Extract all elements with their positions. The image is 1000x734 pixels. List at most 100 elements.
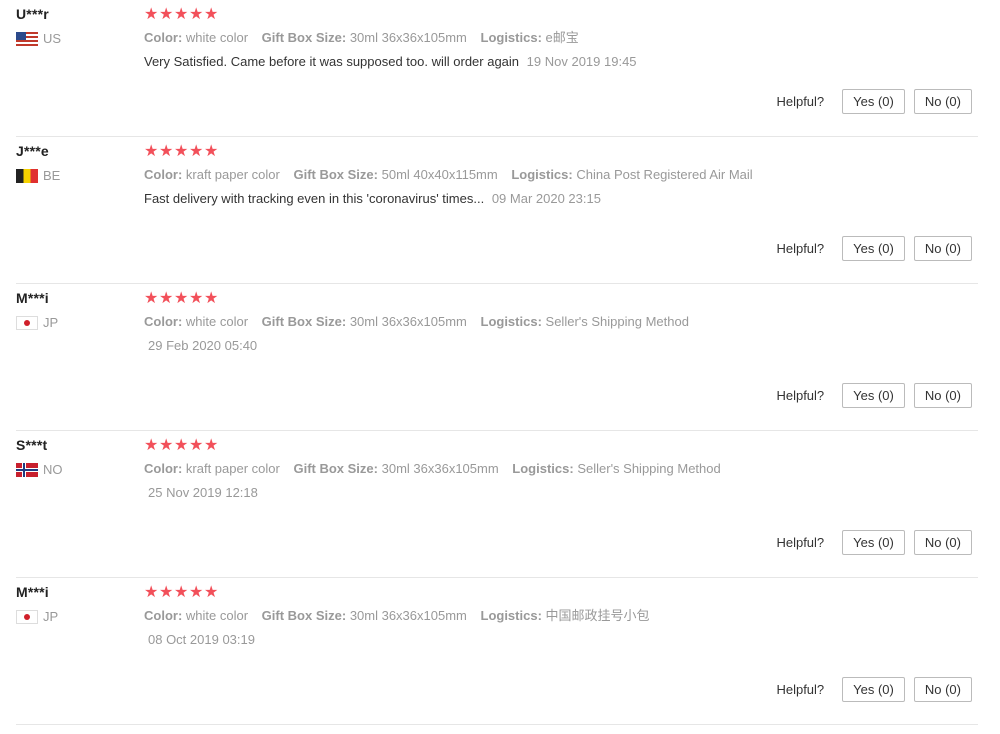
helpful-no-button[interactable]: No (0) — [913, 236, 972, 261]
color-value: white color — [185, 314, 249, 329]
review-content: ★★★★★ Color: kraft paper color Gift Box … — [144, 437, 978, 501]
helpful-no-button[interactable]: No (0) — [913, 89, 972, 114]
helpful-no-button[interactable]: No (0) — [913, 530, 972, 555]
gift-box-size-label: Gift Box Size: — [293, 167, 378, 182]
helpful-no-button[interactable]: No (0) — [913, 677, 972, 702]
reviewer-name: J***e — [16, 143, 49, 159]
star-icon: ★ — [189, 143, 205, 160]
color-value: kraft paper color — [185, 461, 280, 476]
gift-box-size-value: 30ml 36x36x105mm — [349, 314, 467, 329]
country-code: US — [43, 31, 62, 46]
logistics-value: 中国邮政挂号小包 — [545, 608, 650, 623]
helpful-vote: Helpful? Yes (0) No (0) — [776, 677, 972, 702]
reviewer-country: JP — [16, 315, 126, 330]
gift-box-size-label: Gift Box Size: — [261, 30, 347, 45]
review-date: 19 Nov 2019 19:45 — [526, 54, 637, 69]
logistics-value: Seller's Shipping Method — [545, 314, 689, 329]
logistics-value: Seller's Shipping Method — [577, 461, 721, 476]
reviewer-name: M***i — [16, 290, 49, 306]
review-content: ★★★★★ Color: white color Gift Box Size: … — [144, 584, 978, 648]
color-label: Color: — [144, 314, 183, 329]
star-icon: ★ — [204, 143, 220, 160]
review-feedback: Fast delivery with tracking even in this… — [144, 190, 978, 207]
review-date: 29 Feb 2020 05:40 — [148, 338, 258, 353]
country-code: JP — [43, 609, 59, 624]
reviewer-name: M***i — [16, 584, 49, 600]
star-icon: ★ — [144, 143, 160, 160]
star-icon: ★ — [144, 6, 160, 23]
logistics-label: Logistics: — [480, 30, 542, 45]
helpful-yes-button[interactable]: Yes (0) — [842, 89, 905, 114]
star-icon: ★ — [204, 437, 220, 454]
star-icon: ★ — [174, 143, 190, 160]
star-icon: ★ — [204, 6, 220, 23]
review-date: 08 Oct 2019 03:19 — [148, 632, 255, 647]
review-item: M***i JP ★★★★★ Color: white color Gift B… — [16, 578, 978, 725]
reviewer-country: NO — [16, 462, 126, 477]
color-label: Color: — [144, 30, 183, 45]
no-flag-icon — [16, 462, 38, 477]
review-list: U***r US ★★★★★ Color: white color Gift B… — [0, 0, 1000, 725]
jp-flag-icon — [16, 315, 38, 330]
star-icon: ★ — [204, 584, 220, 601]
star-icon: ★ — [159, 6, 175, 23]
review-item: J***e BE ★★★★★ Color: kraft paper color … — [16, 137, 978, 284]
color-value: white color — [185, 30, 249, 45]
star-icon: ★ — [159, 584, 175, 601]
color-value: white color — [185, 608, 249, 623]
star-icon: ★ — [159, 143, 175, 160]
gift-box-size-label: Gift Box Size: — [261, 608, 347, 623]
star-icon: ★ — [144, 584, 160, 601]
helpful-label: Helpful? — [776, 94, 825, 109]
star-icon: ★ — [174, 584, 190, 601]
gift-box-size-value: 30ml 36x36x105mm — [349, 30, 467, 45]
sku-attributes: Color: white color Gift Box Size: 30ml 3… — [144, 29, 978, 46]
helpful-vote: Helpful? Yes (0) No (0) — [776, 383, 972, 408]
feedback-text: Very Satisfied. Came before it was suppo… — [144, 54, 520, 69]
star-icon: ★ — [144, 437, 160, 454]
reviewer-info: S***t NO — [16, 437, 126, 477]
sku-attributes: Color: kraft paper color Gift Box Size: … — [144, 460, 978, 477]
review-content: ★★★★★ Color: white color Gift Box Size: … — [144, 290, 978, 354]
star-icon: ★ — [174, 437, 190, 454]
review-item: U***r US ★★★★★ Color: white color Gift B… — [16, 0, 978, 137]
helpful-vote: Helpful? Yes (0) No (0) — [776, 236, 972, 261]
reviewer-name: S***t — [16, 437, 48, 453]
review-feedback: Very Satisfied. Came before it was suppo… — [144, 53, 978, 70]
reviewer-name: U***r — [16, 6, 49, 22]
helpful-vote: Helpful? Yes (0) No (0) — [776, 530, 972, 555]
helpful-vote: Helpful? Yes (0) No (0) — [776, 89, 972, 114]
star-icon: ★ — [204, 290, 220, 307]
sku-attributes: Color: white color Gift Box Size: 30ml 3… — [144, 607, 978, 624]
color-label: Color: — [144, 167, 183, 182]
star-icon: ★ — [189, 437, 205, 454]
us-flag-icon — [16, 31, 38, 46]
helpful-label: Helpful? — [776, 241, 825, 256]
reviewer-info: M***i JP — [16, 290, 126, 330]
be-flag-icon — [16, 168, 38, 183]
country-code: NO — [43, 462, 63, 477]
helpful-yes-button[interactable]: Yes (0) — [842, 383, 905, 408]
logistics-label: Logistics: — [480, 314, 542, 329]
review-date: 25 Nov 2019 12:18 — [148, 485, 258, 500]
color-label: Color: — [144, 461, 183, 476]
helpful-yes-button[interactable]: Yes (0) — [842, 530, 905, 555]
helpful-yes-button[interactable]: Yes (0) — [842, 677, 905, 702]
country-code: JP — [43, 315, 59, 330]
gift-box-size-value: 50ml 40x40x115mm — [381, 167, 498, 182]
star-icon: ★ — [174, 290, 190, 307]
review-item: S***t NO ★★★★★ Color: kraft paper color … — [16, 431, 978, 578]
color-value: kraft paper color — [185, 167, 280, 182]
star-icon: ★ — [174, 6, 190, 23]
star-icon: ★ — [189, 6, 205, 23]
feedback-text: Fast delivery with tracking even in this… — [144, 191, 485, 206]
country-code: BE — [43, 168, 61, 183]
helpful-yes-button[interactable]: Yes (0) — [842, 236, 905, 261]
helpful-no-button[interactable]: No (0) — [913, 383, 972, 408]
color-label: Color: — [144, 608, 183, 623]
jp-flag-icon — [16, 609, 38, 624]
sku-attributes: Color: white color Gift Box Size: 30ml 3… — [144, 313, 978, 330]
star-rating: ★★★★★ — [144, 584, 978, 602]
reviewer-country: US — [16, 31, 126, 46]
gift-box-size-label: Gift Box Size: — [293, 461, 378, 476]
